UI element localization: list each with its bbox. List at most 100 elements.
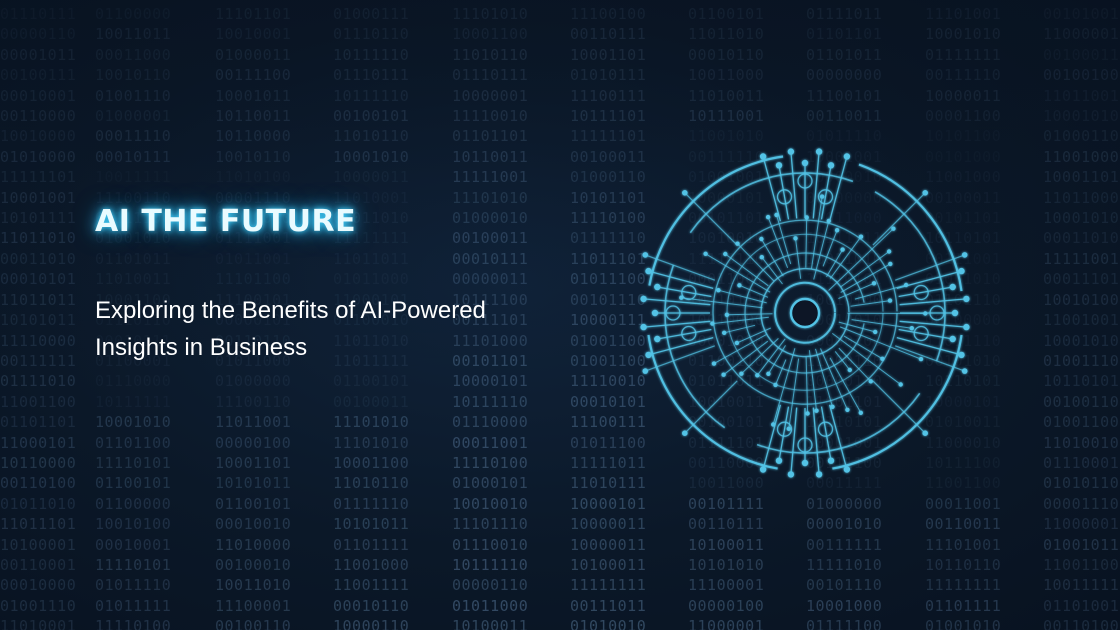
circuit-node — [710, 321, 715, 326]
binary-row: 01110010 — [452, 535, 529, 554]
binary-row: 10101011 — [215, 474, 292, 493]
binary-row: 01101100 — [95, 433, 172, 452]
binary-row: 01010010 — [570, 617, 647, 630]
binary-row: 10010110 — [95, 66, 172, 85]
binary-row: 00110100 — [0, 474, 77, 493]
binary-row: 10011011 — [95, 25, 172, 44]
binary-row: 00010001 — [0, 86, 77, 105]
binary-row: 00011001 — [452, 433, 529, 452]
binary-row: 01110001 — [1043, 453, 1120, 472]
circuit-node — [759, 255, 764, 260]
binary-row: 11101010 — [452, 5, 529, 23]
binary-row: 01000001 — [95, 107, 172, 126]
binary-row: 01001110 — [0, 596, 77, 615]
binary-row: 10110011 — [215, 107, 292, 126]
circuit-terminal — [815, 471, 823, 478]
circuit-trace — [712, 316, 769, 325]
circuit-node — [845, 407, 850, 412]
circuit-node — [880, 356, 885, 361]
binary-row: 11110000 — [0, 331, 77, 350]
binary-row: 11101110 — [452, 515, 529, 534]
binary-row: 10000101 — [452, 372, 529, 391]
binary-row: 11010100 — [215, 168, 292, 187]
binary-row: 01111010 — [0, 372, 77, 391]
binary-row: 11010000 — [215, 535, 292, 554]
circuit-lead — [812, 407, 820, 475]
binary-row: 01111111 — [925, 45, 1002, 64]
circuit-trace — [718, 289, 767, 304]
binary-row: 11010110 — [333, 474, 410, 493]
binary-row: 11000101 — [0, 433, 77, 452]
circuit-trace — [739, 284, 769, 298]
binary-row: 11110101 — [95, 453, 172, 472]
circuit-terminal — [645, 351, 652, 359]
binary-row: 11011010 — [0, 229, 77, 248]
binary-row: 01101101 — [806, 25, 883, 44]
binary-row: 10001101 — [215, 453, 292, 472]
circuit-terminal — [949, 283, 956, 291]
circuit-node — [724, 312, 730, 317]
binary-row: 01001100 — [1043, 413, 1120, 432]
binary-row: 10011010 — [215, 576, 292, 595]
binary-row: 00000000 — [806, 66, 883, 85]
binary-row: 11100100 — [570, 5, 647, 23]
hero-banner: 01110111 00000110 00001011 00100111 00010001… — [0, 0, 1120, 630]
circuit-trace — [741, 338, 779, 375]
binary-row: 00100110 — [1043, 392, 1120, 411]
binary-row: 00011010 — [1043, 229, 1120, 248]
binary-row: 00010110 — [333, 596, 410, 615]
circuit-trace — [838, 347, 872, 382]
circuit-trace — [795, 238, 802, 279]
binary-row: 10001101 — [570, 45, 647, 64]
circuit-trace — [775, 359, 787, 386]
binary-row: 01011010 — [0, 494, 77, 513]
binary-row: 00100100 — [1043, 66, 1120, 85]
binary-row: 11101010 — [333, 433, 410, 452]
binary-row: 11110010 — [452, 107, 529, 126]
binary-row: 10001101 — [1043, 168, 1120, 187]
circuit-lead — [899, 320, 967, 328]
circuit-terminal — [654, 335, 661, 343]
binary-row: 11101001 — [925, 5, 1002, 23]
binary-row: 11000001 — [688, 617, 765, 630]
binary-row: 00100101 — [333, 107, 410, 126]
subtitle: Exploring the Benefits of AI-Powered Ins… — [95, 292, 615, 366]
binary-row: 00100111 — [0, 66, 77, 85]
circuit-node — [703, 251, 708, 256]
circuit-terminal — [843, 466, 851, 473]
circuit-trace — [843, 335, 883, 360]
binary-row: 10111111 — [95, 392, 172, 411]
binary-row: 00010110 — [688, 45, 765, 64]
binary-row: 10001010 — [1043, 209, 1120, 228]
binary-row: 10101010 — [688, 555, 765, 574]
binary-row: 11001000 — [1043, 147, 1120, 166]
binary-row: 00111110 — [925, 66, 1002, 85]
binary-row: 11111111 — [925, 576, 1002, 595]
binary-row: 10000101 — [570, 494, 647, 513]
circuit-trace — [829, 236, 862, 279]
binary-row: 10000011 — [925, 86, 1002, 105]
binary-row: 11011000 — [1043, 188, 1120, 207]
binary-row: 01101011 — [806, 45, 883, 64]
binary-row: 01110000 — [452, 413, 529, 432]
circuit-node — [716, 288, 721, 293]
circuit-ring-icon — [640, 148, 970, 478]
binary-row: 11001100 — [0, 392, 77, 411]
circuit-node — [766, 371, 771, 376]
circuit-node — [722, 330, 727, 335]
binary-row: 01001011 — [1043, 535, 1120, 554]
binary-row: 10111101 — [570, 107, 647, 126]
circuit-trace — [805, 217, 808, 268]
binary-row: 11111001 — [452, 168, 529, 187]
binary-row: 10111001 — [688, 107, 765, 126]
binary-row: 10111110 — [333, 45, 410, 64]
outer-ring-arc — [648, 155, 784, 286]
circuit-terminal — [951, 309, 959, 317]
circuit-node — [814, 408, 819, 413]
binary-row: 01101111 — [925, 596, 1002, 615]
binary-row: 00011010 — [0, 249, 77, 268]
outer-ring-arc — [647, 334, 778, 470]
binary-row: 11101001 — [925, 535, 1002, 554]
circuit-lead — [812, 151, 820, 219]
binary-row: 10001100 — [452, 25, 529, 44]
